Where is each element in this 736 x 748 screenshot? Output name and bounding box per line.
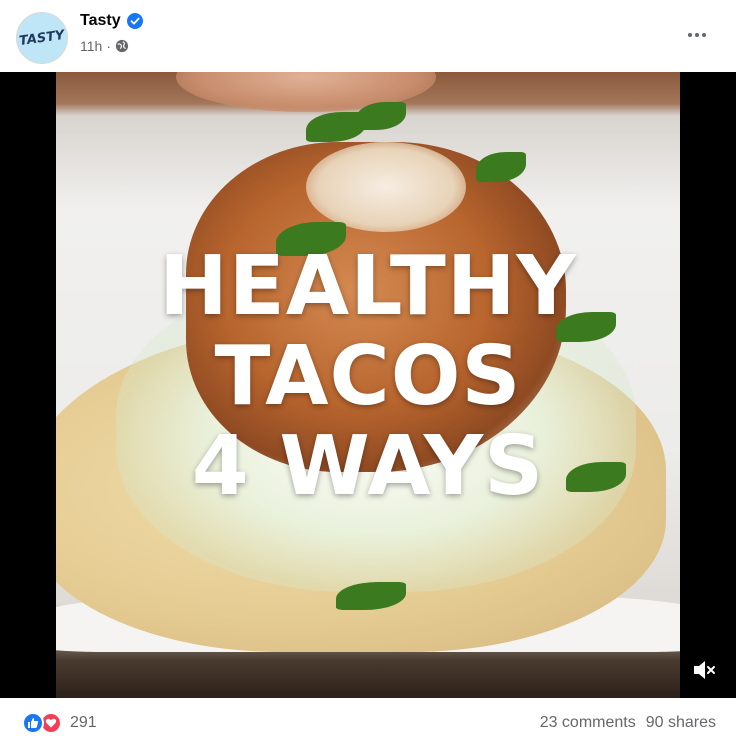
post-footer: 291 23 comments 90 shares [0, 698, 736, 748]
overlay-line-1: HEALTHY [159, 239, 577, 334]
reactions-summary[interactable]: 291 [22, 712, 97, 734]
video-title-overlay: HEALTHY TACOS 4 WAYS [56, 242, 680, 512]
avatar-logo-text: TASTY [18, 27, 66, 49]
reaction-count: 291 [70, 714, 97, 731]
globe-icon [115, 39, 129, 53]
meta-separator: · [106, 38, 111, 54]
muted-speaker-icon[interactable] [690, 656, 718, 684]
comments-count-link[interactable]: 23 comments [540, 714, 636, 732]
video-frame[interactable]: HEALTHY TACOS 4 WAYS [56, 72, 680, 698]
post-timestamp[interactable]: 11h [80, 38, 102, 54]
engagement-stats: 23 comments 90 shares [540, 714, 716, 732]
overlay-line-2: TACOS [214, 329, 522, 424]
cilantro-leaf [476, 152, 526, 182]
more-options-button[interactable] [682, 24, 712, 46]
fish-flesh [306, 142, 466, 232]
page-name-link[interactable]: Tasty [80, 12, 121, 30]
shares-count-link[interactable]: 90 shares [646, 714, 716, 732]
page-avatar[interactable]: TASTY [16, 12, 68, 64]
post-header: TASTY Tasty 11h · [0, 0, 736, 72]
verified-badge-icon [126, 13, 143, 29]
more-options-icon [702, 33, 706, 37]
name-row: Tasty [80, 12, 143, 30]
overlay-line-3: 4 WAYS [191, 419, 545, 514]
like-icon [22, 712, 44, 734]
more-options-icon [688, 33, 692, 37]
more-options-icon [695, 33, 699, 37]
post-meta: 11h · [80, 38, 129, 54]
cilantro-leaf [356, 102, 406, 130]
video-player[interactable]: HEALTHY TACOS 4 WAYS [0, 72, 736, 698]
